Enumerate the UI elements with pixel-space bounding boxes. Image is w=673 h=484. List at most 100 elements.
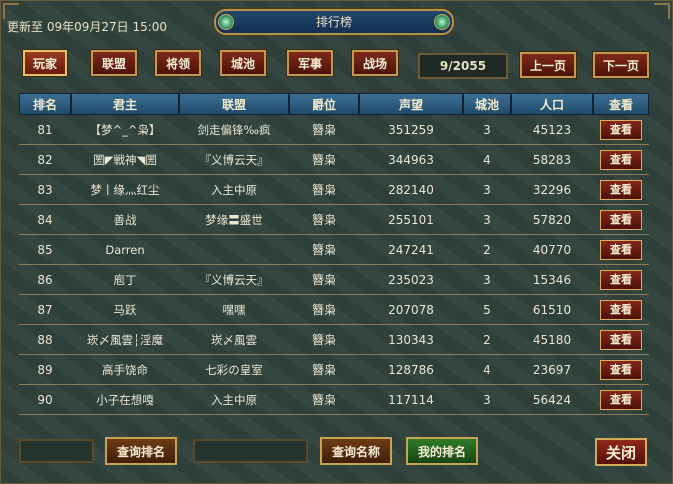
cell-lord: 小子在想嘎 <box>71 385 179 415</box>
cell-population: 61510 <box>511 295 593 325</box>
view-button[interactable]: 查看 <box>600 179 642 200</box>
cell-rank: 82 <box>19 145 71 175</box>
table-row: 87 马跃 嘿嘿 簪枭 207078 5 61510 查看 <box>19 295 649 325</box>
cell-view: 查看 <box>593 325 649 355</box>
table-row: 86 庖丁 『义博云天』 簪枭 235023 3 15346 查看 <box>19 265 649 295</box>
cell-cities: 4 <box>463 355 511 385</box>
cell-rank: 86 <box>19 265 71 295</box>
cell-alliance: 七彩の皇室 <box>179 355 289 385</box>
table-row: 85 Darren 簪枭 247241 2 40770 查看 <box>19 235 649 265</box>
view-button[interactable]: 查看 <box>600 239 642 260</box>
view-button[interactable]: 查看 <box>600 299 642 320</box>
cell-prestige: 247241 <box>359 235 463 265</box>
cell-rank: 89 <box>19 355 71 385</box>
cell-title: 簪枭 <box>289 265 359 295</box>
prev-page-button[interactable]: 上一页 <box>519 51 577 79</box>
tab-military[interactable]: 军事 <box>286 49 334 77</box>
view-button[interactable]: 查看 <box>600 119 642 140</box>
col-alliance: 联盟 <box>179 93 289 115</box>
close-button[interactable]: 关闭 <box>595 438 647 466</box>
cell-lord: 庖丁 <box>71 265 179 295</box>
cell-view: 查看 <box>593 175 649 205</box>
cell-title: 簪枭 <box>289 115 359 145</box>
cell-population: 58283 <box>511 145 593 175</box>
query-rank-button[interactable]: 查询排名 <box>105 437 177 465</box>
col-rank: 排名 <box>19 93 71 115</box>
rank-search-input[interactable] <box>19 439 94 463</box>
table-row: 83 梦丨缘灬红尘 入主中原 簪枭 282140 3 32296 查看 <box>19 175 649 205</box>
cell-lord: 马跃 <box>71 295 179 325</box>
cell-population: 15346 <box>511 265 593 295</box>
cell-rank: 88 <box>19 325 71 355</box>
tab-alliance[interactable]: 联盟 <box>90 49 138 77</box>
my-rank-button[interactable]: 我的排名 <box>406 437 478 465</box>
cell-rank: 90 <box>19 385 71 415</box>
cell-population: 23697 <box>511 355 593 385</box>
cell-alliance: 入主中原 <box>179 385 289 415</box>
cell-alliance: 『义博云天』 <box>179 145 289 175</box>
query-name-button[interactable]: 查询名称 <box>320 437 392 465</box>
cell-cities: 3 <box>463 265 511 295</box>
col-population: 人口 <box>511 93 593 115</box>
tab-city[interactable]: 城池 <box>219 49 267 77</box>
view-button[interactable]: 查看 <box>600 149 642 170</box>
cell-lord: 高手饶命 <box>71 355 179 385</box>
cell-population: 32296 <box>511 175 593 205</box>
table-row: 90 小子在想嘎 入主中原 簪枭 117114 3 56424 查看 <box>19 385 649 415</box>
cell-cities: 2 <box>463 235 511 265</box>
table-row: 81 【梦^_^枭】 剑走偏锋‰疯 簪枭 351259 3 45123 查看 <box>19 115 649 145</box>
window-title: 排行榜 <box>315 15 352 29</box>
cell-cities: 2 <box>463 325 511 355</box>
cell-view: 查看 <box>593 265 649 295</box>
cell-population: 57820 <box>511 205 593 235</box>
ranking-window: 更新至 09年09月27日 15:00 排行榜 玩家 联盟 将领 城池 军事 战… <box>0 0 673 484</box>
col-lord: 君主 <box>71 93 179 115</box>
cell-population: 45180 <box>511 325 593 355</box>
cell-rank: 81 <box>19 115 71 145</box>
cell-prestige: 128786 <box>359 355 463 385</box>
cell-population: 45123 <box>511 115 593 145</box>
view-button[interactable]: 查看 <box>600 359 642 380</box>
cell-population: 40770 <box>511 235 593 265</box>
cell-title: 簪枭 <box>289 385 359 415</box>
cell-population: 56424 <box>511 385 593 415</box>
cell-cities: 4 <box>463 145 511 175</box>
cell-prestige: 351259 <box>359 115 463 145</box>
view-button[interactable]: 查看 <box>600 389 642 410</box>
table-row: 82 圐◤戦神◥圐 『义博云天』 簪枭 344963 4 58283 查看 <box>19 145 649 175</box>
cell-view: 查看 <box>593 235 649 265</box>
cell-cities: 3 <box>463 205 511 235</box>
cell-alliance: 『义博云天』 <box>179 265 289 295</box>
cell-lord: 梦丨缘灬红尘 <box>71 175 179 205</box>
next-page-button[interactable]: 下一页 <box>592 51 650 79</box>
view-button[interactable]: 查看 <box>600 209 642 230</box>
cell-alliance <box>179 235 289 265</box>
cell-title: 簪枭 <box>289 235 359 265</box>
cell-alliance: 入主中原 <box>179 175 289 205</box>
cell-lord: 【梦^_^枭】 <box>71 115 179 145</box>
tab-general[interactable]: 将领 <box>154 49 202 77</box>
col-cities: 城池 <box>463 93 511 115</box>
cell-prestige: 235023 <box>359 265 463 295</box>
update-time: 更新至 09年09月27日 15:00 <box>7 20 168 34</box>
cell-title: 簪枭 <box>289 175 359 205</box>
view-button[interactable]: 查看 <box>600 329 642 350</box>
view-button[interactable]: 查看 <box>600 269 642 290</box>
cell-title: 簪枭 <box>289 295 359 325</box>
cell-rank: 85 <box>19 235 71 265</box>
title-bar: 排行榜 <box>214 9 454 35</box>
cell-title: 簪枭 <box>289 145 359 175</box>
cell-alliance: 剑走偏锋‰疯 <box>179 115 289 145</box>
cell-title: 簪枭 <box>289 325 359 355</box>
tab-battlefield[interactable]: 战场 <box>351 49 399 77</box>
cell-rank: 84 <box>19 205 71 235</box>
ranking-table: 排名 君主 联盟 爵位 声望 城池 人口 查看 81 【梦^_^枭】 剑走偏锋‰疯簪… <box>19 93 649 415</box>
page-indicator: 9/2055 <box>418 53 508 79</box>
cell-cities: 3 <box>463 175 511 205</box>
tab-player[interactable]: 玩家 <box>22 49 68 77</box>
cell-prestige: 344963 <box>359 145 463 175</box>
cell-view: 查看 <box>593 205 649 235</box>
cell-cities: 5 <box>463 295 511 325</box>
name-search-input[interactable] <box>193 439 308 463</box>
table-row: 84 善战 梦缘〓盛世 簪枭 255101 3 57820 查看 <box>19 205 649 235</box>
